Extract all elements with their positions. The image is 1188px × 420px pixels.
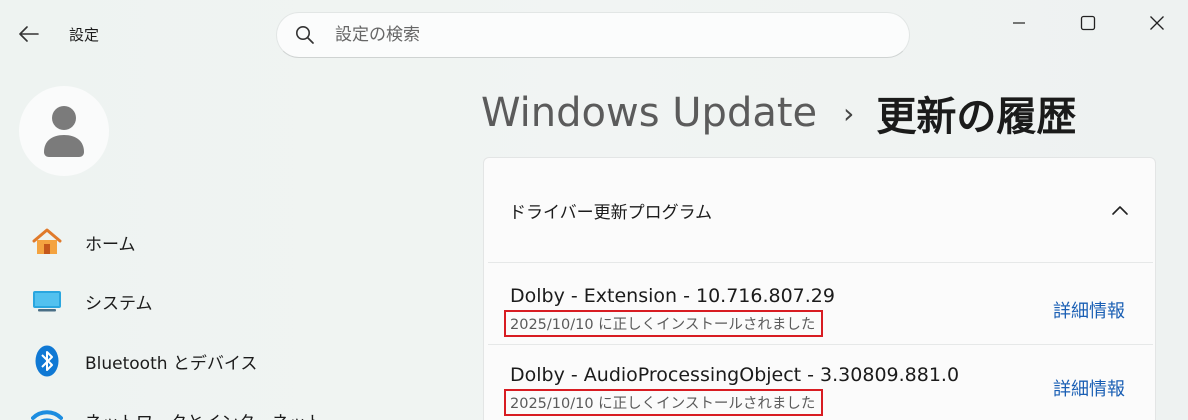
chevron-up-icon xyxy=(1112,206,1128,215)
system-icon xyxy=(30,284,64,318)
section-title: ドライバー更新プログラム xyxy=(509,202,713,223)
search-icon xyxy=(296,26,314,44)
avatar[interactable] xyxy=(19,86,109,176)
maximize-icon xyxy=(1080,15,1096,31)
user-icon xyxy=(44,106,84,157)
details-link[interactable]: 詳細情報 xyxy=(1053,375,1125,401)
sidebar-item-bluetooth[interactable]: Bluetooth とデバイス xyxy=(30,341,257,381)
minimize-icon xyxy=(1013,22,1025,24)
back-button[interactable] xyxy=(14,20,44,48)
maximize-button[interactable] xyxy=(1065,8,1111,38)
close-icon xyxy=(1150,16,1164,30)
search-box[interactable] xyxy=(276,12,910,58)
close-button[interactable] xyxy=(1134,8,1180,38)
driver-updates-section: ドライバー更新プログラム Dolby - Extension - 10.716.… xyxy=(483,157,1156,420)
list-item: Dolby - Extension - 10.716.807.29 2025/1… xyxy=(488,262,1153,344)
sidebar-item-home[interactable]: ホーム xyxy=(30,222,136,262)
minimize-button[interactable] xyxy=(996,8,1042,38)
install-status: 2025/10/10 に正しくインストールされました xyxy=(504,310,824,337)
sidebar-item-label: システム xyxy=(85,293,153,314)
page-title: 更新の履歴 xyxy=(876,94,1077,140)
home-icon xyxy=(30,225,64,259)
sidebar-item-label: ネットワークとインターネット xyxy=(85,408,323,420)
search-input[interactable] xyxy=(335,25,855,45)
wifi-icon xyxy=(30,403,64,420)
sidebar-item-system[interactable]: システム xyxy=(30,281,153,321)
bluetooth-icon xyxy=(30,344,64,378)
breadcrumb-parent-link[interactable]: Windows Update xyxy=(481,90,817,136)
update-name: Dolby - AudioProcessingObject - 3.30809.… xyxy=(510,364,960,386)
details-link[interactable]: 詳細情報 xyxy=(1053,297,1125,323)
app-title: 設定 xyxy=(69,26,100,44)
list-item: Dolby - AudioProcessingObject - 3.30809.… xyxy=(488,344,1153,420)
sidebar-item-label: ホーム xyxy=(85,234,136,255)
breadcrumb: Windows Update › 更新の履歴 xyxy=(481,84,1076,142)
sidebar-item-network[interactable]: ネットワークとインターネット xyxy=(30,400,323,420)
section-header[interactable]: ドライバー更新プログラム xyxy=(484,158,1155,262)
back-arrow-icon xyxy=(19,26,39,42)
install-status: 2025/10/10 に正しくインストールされました xyxy=(504,389,824,416)
update-name: Dolby - Extension - 10.716.807.29 xyxy=(510,285,835,307)
chevron-right-icon: › xyxy=(843,96,855,130)
sidebar-item-label: Bluetooth とデバイス xyxy=(85,353,258,374)
